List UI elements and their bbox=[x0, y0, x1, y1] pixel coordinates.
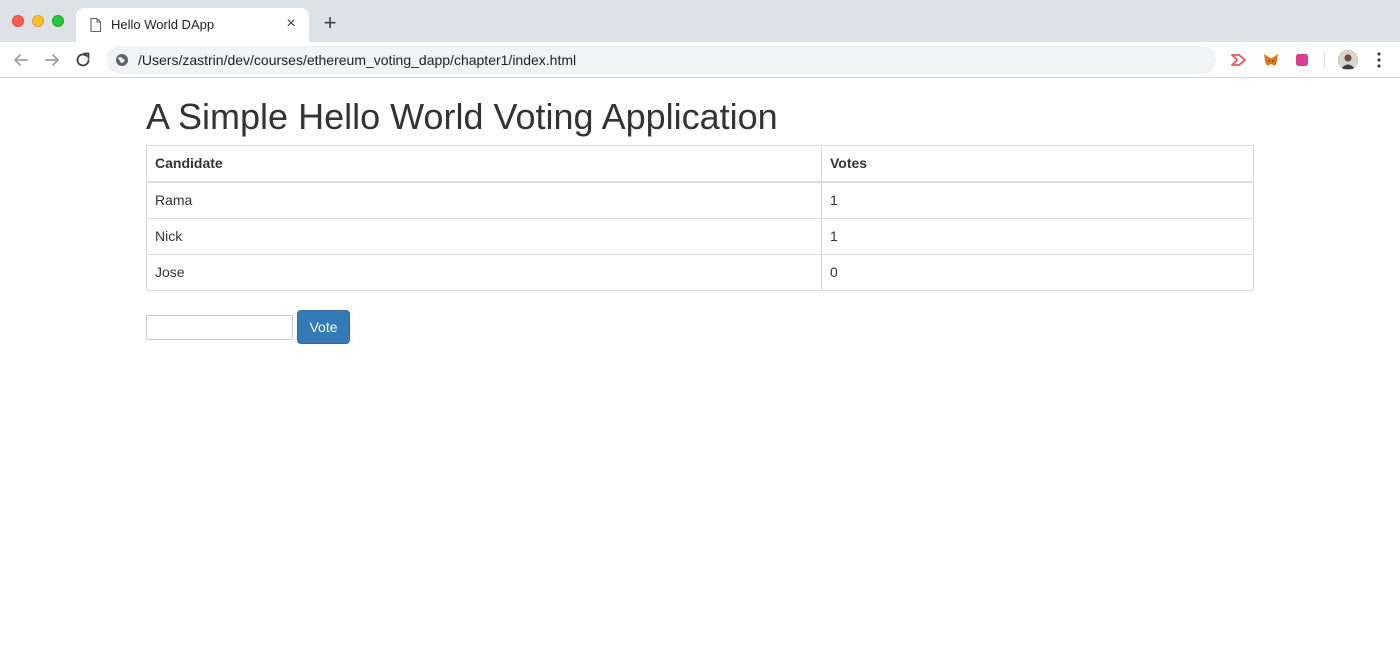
candidates-table: Candidate Votes Rama 1 Nick 1 Jose 0 bbox=[146, 145, 1254, 291]
candidate-name: Rama bbox=[146, 181, 822, 219]
zoom-window-button[interactable] bbox=[52, 15, 64, 27]
candidate-votes: 1 bbox=[821, 218, 1254, 255]
metamask-fox-icon[interactable] bbox=[1262, 51, 1280, 69]
extension-icon-3[interactable] bbox=[1293, 51, 1311, 69]
extension-icon-1[interactable] bbox=[1230, 51, 1248, 69]
arrow-back-icon[interactable] bbox=[11, 50, 31, 70]
url-text[interactable]: /Users/zastrin/dev/courses/ethereum_voti… bbox=[138, 52, 576, 68]
toolbar-divider bbox=[1324, 52, 1325, 68]
globe-icon[interactable] bbox=[115, 53, 129, 67]
arrow-forward-icon[interactable] bbox=[42, 50, 62, 70]
browser-tabstrip: Hello World DApp × + bbox=[0, 0, 1400, 42]
tab-title: Hello World DApp bbox=[111, 17, 215, 32]
column-header-candidate: Candidate bbox=[146, 145, 822, 183]
table-row: Jose 0 bbox=[146, 254, 1254, 291]
more-vert-icon[interactable] bbox=[1371, 51, 1387, 69]
candidate-input[interactable] bbox=[146, 314, 293, 340]
table-header-row: Candidate Votes bbox=[146, 145, 1254, 183]
candidate-votes: 0 bbox=[821, 254, 1254, 291]
candidate-votes: 1 bbox=[821, 181, 1254, 219]
page-icon bbox=[90, 18, 101, 32]
table-row: Nick 1 bbox=[146, 218, 1254, 255]
minimize-window-button[interactable] bbox=[32, 15, 44, 27]
page-content: A Simple Hello World Voting Application … bbox=[146, 78, 1254, 344]
reload-icon[interactable] bbox=[73, 50, 93, 70]
vote-button[interactable]: Vote bbox=[297, 310, 350, 344]
address-bar[interactable]: /Users/zastrin/dev/courses/ethereum_voti… bbox=[106, 46, 1216, 74]
close-window-button[interactable] bbox=[12, 15, 24, 27]
profile-avatar[interactable] bbox=[1338, 50, 1358, 70]
vote-form: Vote bbox=[146, 310, 1254, 344]
page-title: A Simple Hello World Voting Application bbox=[146, 96, 778, 137]
new-tab-button[interactable]: + bbox=[320, 12, 340, 34]
candidate-name: Nick bbox=[146, 218, 822, 255]
browser-tab-active[interactable]: Hello World DApp × bbox=[76, 8, 309, 42]
candidate-name: Jose bbox=[146, 254, 822, 291]
tab-close-icon[interactable]: × bbox=[283, 16, 299, 32]
browser-toolbar: /Users/zastrin/dev/courses/ethereum_voti… bbox=[0, 42, 1400, 78]
column-header-votes: Votes bbox=[821, 145, 1254, 183]
person-icon bbox=[1338, 50, 1358, 70]
table-row: Rama 1 bbox=[146, 181, 1254, 219]
